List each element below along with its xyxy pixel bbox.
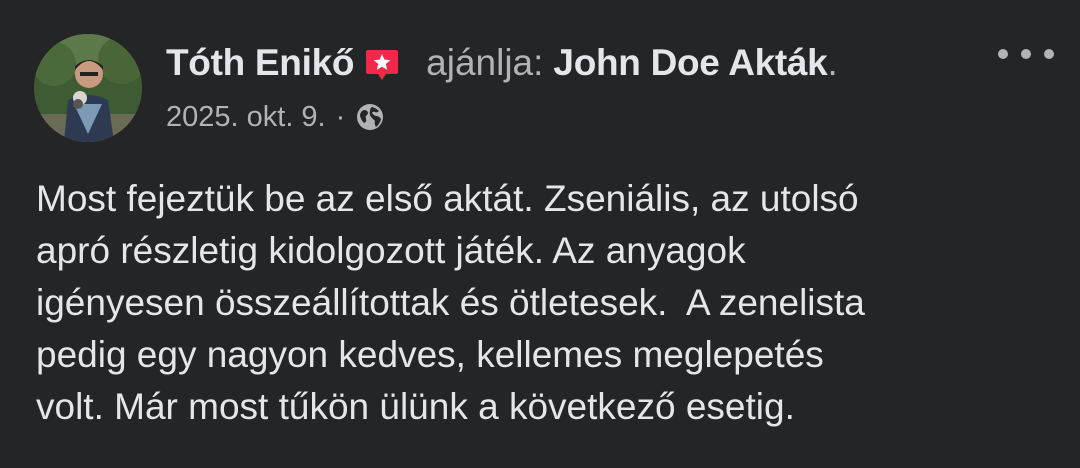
more-options-button[interactable] — [998, 36, 1054, 72]
post-body-line: pedig egy nagyon kedves, kellemes meglep… — [36, 334, 824, 375]
more-dots-icon — [998, 49, 1008, 59]
header-period: . — [827, 42, 838, 83]
more-dots-icon — [1044, 49, 1054, 59]
post-body-line: Most fejeztük be az első aktát. Zseniáli… — [36, 178, 859, 219]
recommends-label: ajánlja: — [426, 42, 544, 83]
meta-separator: · — [335, 100, 346, 133]
author-name-link[interactable]: Tóth Enikő — [166, 38, 354, 88]
post-meta: 2025. okt. 9. · — [166, 97, 385, 137]
post-body: Most fejeztük be az első aktát. Zseniáli… — [36, 173, 1056, 433]
post-body-line: igényesen összeállítottak és ötletesek. … — [36, 282, 865, 323]
review-post: Tóth Enikő ajánlja: John Doe Akták . 202… — [0, 0, 1080, 468]
post-date-link[interactable]: 2025. okt. 9. — [166, 101, 326, 134]
page-name-link[interactable]: John Doe Akták — [553, 38, 827, 88]
post-header: Tóth Enikő ajánlja: John Doe Akták . — [166, 38, 838, 88]
post-body-line: volt. Már most tűkön ülünk a következő e… — [36, 386, 795, 427]
more-dots-icon — [1021, 49, 1031, 59]
star-badge-icon — [364, 46, 400, 82]
globe-icon[interactable] — [355, 102, 385, 132]
author-avatar[interactable] — [34, 34, 142, 142]
profile-photo-icon — [34, 34, 142, 142]
post-body-line: apró részletig kidolgozott játék. Az any… — [36, 230, 746, 271]
